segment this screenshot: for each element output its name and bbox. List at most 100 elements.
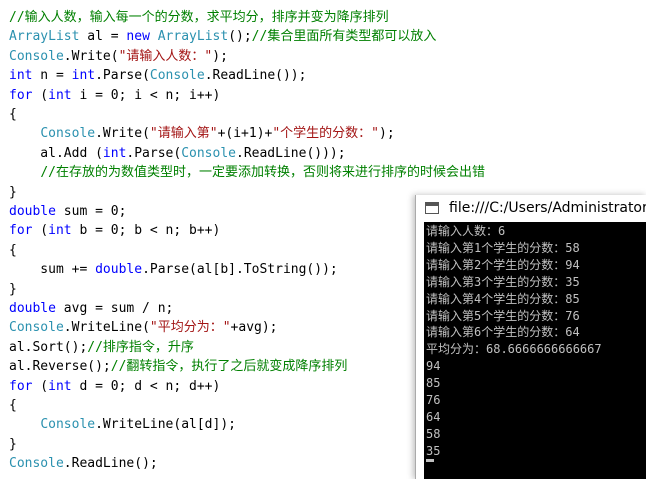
code-line: { (9, 241, 17, 261)
code-text: al.Reverse(); (9, 359, 111, 375)
code-keyword: int (9, 68, 33, 84)
console-window-icon (425, 202, 439, 214)
code-keyword: double (95, 262, 143, 278)
code-keyword: double (9, 204, 56, 219)
code-text: .ReadLine())); (236, 145, 346, 161)
code-text: .ReadLine()); (204, 68, 307, 84)
code-text: (); (228, 29, 252, 45)
code-type-name: Console (9, 456, 64, 472)
code-type-name: Console (9, 48, 64, 64)
code-text: .Parse( (126, 145, 182, 161)
code-keyword: int (48, 87, 72, 103)
code-text: ( (32, 87, 49, 103)
code-line: } (9, 183, 17, 203)
code-comment: //在存放的为数值类型时，一定要添加转换，否则将来进行排序的时候会出错 (40, 165, 485, 181)
code-text: } (9, 436, 17, 452)
console-line: 94 (426, 359, 441, 374)
code-text: .WriteLine( (63, 320, 150, 336)
code-text: b = 0; b < n; b++) (71, 223, 221, 239)
code-keyword: for (9, 223, 33, 239)
code-keyword: for (9, 378, 33, 394)
code-text: { (9, 242, 17, 258)
code-text: { (9, 398, 17, 413)
code-line: for (int d = 0; d < n; d++) (9, 377, 220, 397)
code-keyword: new (126, 29, 150, 45)
code-keyword: double (9, 301, 56, 316)
code-text: n = (32, 68, 72, 84)
code-keyword: int (71, 68, 96, 84)
code-text: .Write( (95, 126, 150, 142)
code-line: int n = int.Parse(Console.ReadLine()); (9, 66, 306, 86)
code-line: ArrayList al = new ArrayList();//集合里面所有类… (9, 27, 436, 47)
code-text: d = 0; d < n; d++) (71, 378, 221, 394)
code-line: sum += double.Parse(al[b].ToString()); (9, 260, 338, 280)
code-string: "个学生的分数：" (272, 126, 380, 142)
code-line: al.Reverse();//翻转指令，执行了之后就变成降序排列 (9, 357, 347, 377)
code-line: double avg = sum / n; (9, 299, 173, 319)
code-line: Console.WriteLine(al[d]); (9, 415, 236, 435)
console-line: 平均分为：68.6666666666667 (426, 342, 602, 357)
console-line: 请输入第6个学生的分数：64 (426, 325, 580, 340)
code-text: al = (79, 29, 127, 45)
code-type-name: ArrayList (9, 29, 80, 45)
console-line: 85 (426, 376, 441, 391)
code-line: Console.Write("请输入人数："); (9, 47, 228, 67)
code-line: Console.WriteLine("平均分为："+avg); (9, 318, 278, 338)
code-line: //在存放的为数值类型时，一定要添加转换，否则将来进行排序的时候会出错 (9, 163, 485, 183)
code-line: al.Add (int.Parse(Console.ReadLine())); (9, 144, 346, 164)
code-type-name: Console (40, 417, 96, 433)
code-line: { (9, 396, 17, 416)
code-comment: //集合里面所有类型都可以放入 (251, 29, 437, 45)
console-line: 请输入第4个学生的分数：85 (426, 291, 580, 306)
console-line: 请输入人数：6 (426, 224, 506, 238)
code-text: al.Sort(); (9, 339, 88, 355)
code-text: } (9, 281, 17, 297)
console-line: 请输入第1个学生的分数：58 (426, 240, 580, 255)
code-type-name: Console (181, 145, 236, 161)
code-line: al.Sort();//排序指令，升序 (9, 338, 194, 358)
console-window[interactable]: file:///C:/Users/Administrator 请输入人数：6 请输… (415, 195, 646, 479)
console-cursor (426, 459, 434, 462)
code-text: .Parse(al[b].ToString()); (142, 262, 338, 278)
code-type-name: Console (9, 320, 64, 336)
console-titlebar[interactable]: file:///C:/Users/Administrator (416, 195, 646, 222)
code-text: .ReadLine(); (63, 456, 158, 472)
code-line: for (int i = 0; i < n; i++) (9, 86, 220, 106)
code-line: Console.ReadLine(); (9, 454, 158, 474)
code-type-name: Console (40, 126, 96, 142)
code-string: "请输入人数：" (118, 48, 213, 64)
code-type-name: ArrayList (157, 29, 229, 45)
code-text: ); (379, 126, 395, 142)
code-line: } (9, 435, 17, 455)
code-line: { (9, 105, 17, 125)
code-text: +avg); (230, 320, 278, 336)
code-line: //输入人数，输入每一个的分数，求平均分，排序并变为降序排列 (9, 8, 389, 28)
code-text: ( (32, 378, 49, 394)
code-keyword: int (48, 223, 72, 239)
code-line: Console.Write("请输入第"+(i+1)+"个学生的分数："); (9, 124, 395, 144)
code-string: "请输入第" (149, 126, 218, 142)
code-text: { (9, 107, 17, 122)
console-line: 请输入第2个学生的分数：94 (426, 257, 580, 272)
code-text: al.Add ( (9, 145, 103, 161)
console-title: file:///C:/Users/Administrator (449, 200, 646, 216)
code-text: } (9, 184, 17, 200)
code-text: sum = 0; (55, 204, 127, 219)
code-comment: //输入人数，输入每一个的分数，求平均分，排序并变为降序排列 (9, 10, 389, 25)
code-keyword: for (9, 87, 33, 103)
code-line: double sum = 0; (9, 202, 126, 222)
code-comment: //排序指令，升序 (87, 339, 194, 355)
code-text: i = 0; i < n; i++) (71, 87, 221, 103)
code-text: +(i+1)+ (217, 126, 273, 142)
console-line: 76 (426, 393, 441, 407)
console-line: 64 (426, 409, 441, 424)
code-keyword: int (48, 378, 72, 394)
code-text: .Parse( (95, 68, 150, 84)
console-line: 请输入第5个学生的分数：76 (426, 308, 580, 323)
console-output: 请输入人数：6 请输入第1个学生的分数：58 请输入第2个学生的分数：94 请输入第3… (424, 222, 646, 479)
code-line: } (9, 280, 17, 300)
code-type-name: Console (149, 68, 205, 84)
code-text: ( (32, 223, 49, 239)
